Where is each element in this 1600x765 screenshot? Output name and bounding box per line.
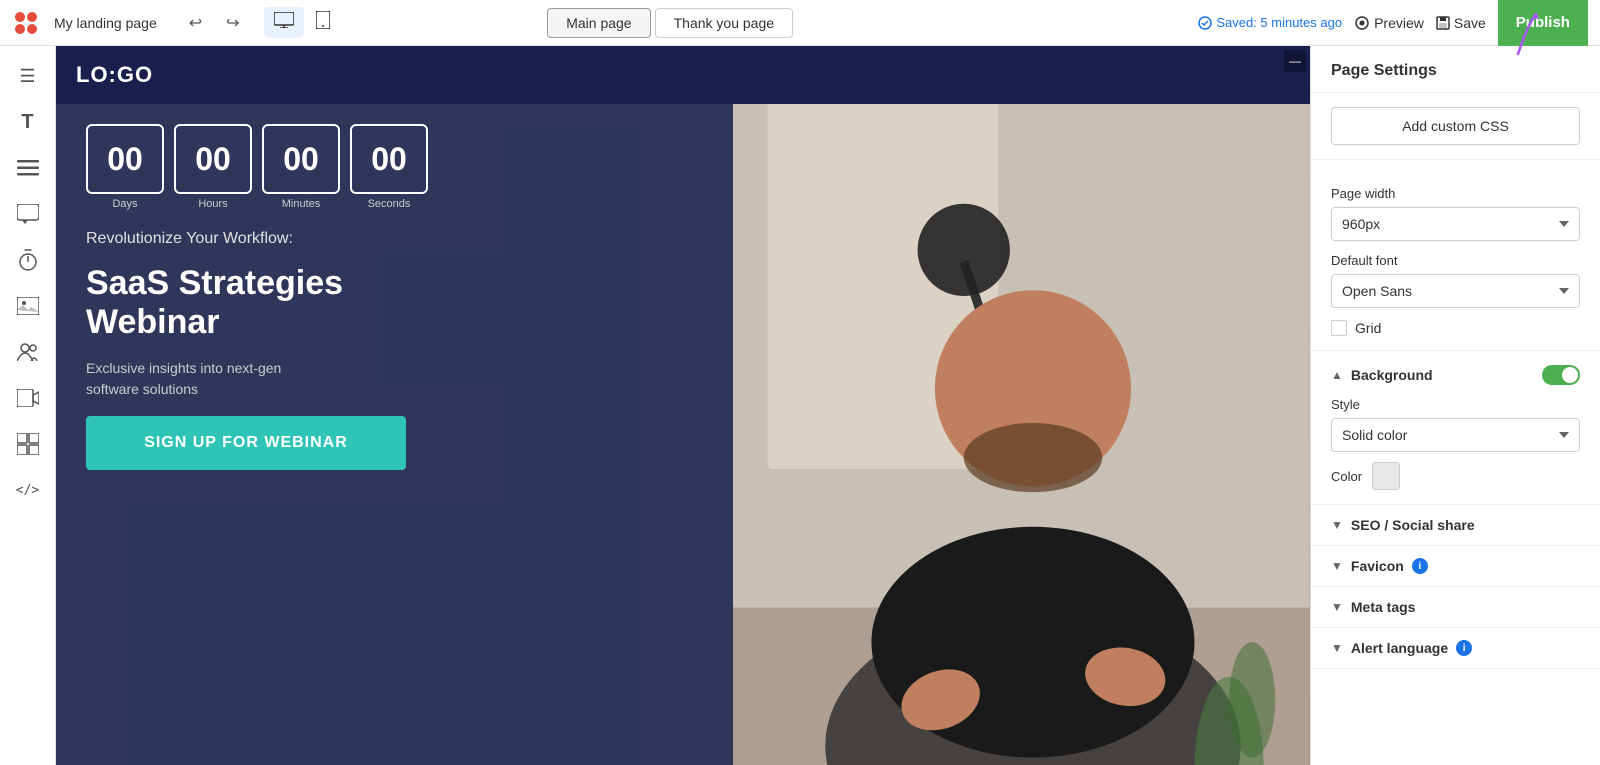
sidebar-chat-icon[interactable] bbox=[8, 194, 48, 234]
background-title: Background bbox=[1351, 367, 1433, 383]
grid-row: Grid bbox=[1331, 320, 1580, 336]
tablet-view-button[interactable] bbox=[306, 7, 340, 38]
canvas-content: LO:GO 00 Days 00 Hours bbox=[56, 46, 1310, 765]
grid-checkbox[interactable] bbox=[1331, 320, 1347, 336]
countdown-hours-value: 00 bbox=[174, 124, 252, 194]
alert-language-info-icon[interactable]: i bbox=[1456, 640, 1472, 656]
canvas-area: LO:GO 00 Days 00 Hours bbox=[56, 46, 1310, 765]
countdown-seconds-value: 00 bbox=[350, 124, 428, 194]
background-toggle[interactable] bbox=[1542, 365, 1580, 385]
main-area: ☰ T </> LO:GO bbox=[0, 46, 1600, 765]
background-chevron-icon: ▲ bbox=[1331, 368, 1343, 382]
favicon-title: Favicon bbox=[1351, 558, 1404, 574]
countdown-minutes-label: Minutes bbox=[282, 198, 321, 210]
main-page-tab[interactable]: Main page bbox=[547, 8, 650, 38]
page-width-label: Page width bbox=[1331, 186, 1580, 201]
alert-language-chevron-icon: ▼ bbox=[1331, 641, 1343, 655]
topbar: My landing page ↩ ↪ Main page Thank you … bbox=[0, 0, 1600, 46]
sidebar-menu-icon[interactable]: ☰ bbox=[8, 56, 48, 96]
meta-tags-chevron-icon: ▼ bbox=[1331, 600, 1343, 614]
background-style-field: Style Solid color bbox=[1331, 397, 1580, 452]
sidebar-people-icon[interactable] bbox=[8, 332, 48, 372]
lp-description: Exclusive insights into next-gensoftware… bbox=[86, 358, 703, 400]
countdown-timer: 00 Days 00 Hours 00 Minutes 00 bbox=[86, 124, 703, 210]
countdown-days: 00 Days bbox=[86, 124, 164, 210]
default-font-select[interactable]: Open Sans bbox=[1331, 274, 1580, 308]
background-section: ▲ Background Style Solid color Color bbox=[1311, 351, 1600, 505]
grid-label: Grid bbox=[1355, 320, 1381, 336]
favicon-info-icon[interactable]: i bbox=[1412, 558, 1428, 574]
lp-header: LO:GO bbox=[56, 46, 1310, 104]
add-custom-css-button[interactable]: Add custom CSS bbox=[1331, 107, 1580, 145]
alert-language-section[interactable]: ▼ Alert language i bbox=[1311, 628, 1600, 669]
sidebar-text-icon[interactable]: T bbox=[8, 102, 48, 142]
countdown-hours: 00 Hours bbox=[174, 124, 252, 210]
lp-cta-button[interactable]: SIGN UP FOR WEBINAR bbox=[86, 416, 406, 470]
countdown-seconds-label: Seconds bbox=[368, 198, 411, 210]
page-width-field: Page width 960px bbox=[1331, 186, 1580, 241]
default-font-field: Default font Open Sans bbox=[1331, 253, 1580, 308]
desktop-view-button[interactable] bbox=[264, 7, 304, 38]
background-image bbox=[733, 104, 1310, 765]
meta-tags-title: Meta tags bbox=[1351, 599, 1416, 615]
countdown-minutes-value: 00 bbox=[262, 124, 340, 194]
countdown-days-value: 00 bbox=[86, 124, 164, 194]
right-panel-title: Page Settings bbox=[1311, 46, 1600, 93]
page-tabs: Main page Thank you page bbox=[547, 8, 793, 38]
favicon-section[interactable]: ▼ Favicon i bbox=[1311, 546, 1600, 587]
background-color-row: Color bbox=[1331, 462, 1580, 490]
seo-chevron-icon: ▼ bbox=[1331, 518, 1343, 532]
saved-status[interactable]: Saved: 5 minutes ago bbox=[1198, 15, 1342, 30]
lp-headline: SaaS StrategiesWebinar bbox=[86, 264, 703, 342]
sidebar-image-icon[interactable] bbox=[8, 286, 48, 326]
countdown-hours-label: Hours bbox=[198, 198, 227, 210]
thank-you-page-tab[interactable]: Thank you page bbox=[655, 8, 793, 38]
page-settings-section: Page width 960px Default font Open Sans … bbox=[1311, 160, 1600, 351]
save-button[interactable]: Save bbox=[1436, 15, 1486, 31]
page-width-select[interactable]: 960px bbox=[1331, 207, 1580, 241]
page-name: My landing page bbox=[54, 15, 157, 31]
countdown-minutes: 00 Minutes bbox=[262, 124, 340, 210]
sidebar-video-icon[interactable] bbox=[8, 378, 48, 418]
topbar-right: Saved: 5 minutes ago Preview Save Publis… bbox=[1198, 0, 1588, 46]
right-panel: Page Settings Add custom CSS Page width … bbox=[1310, 46, 1600, 765]
preview-button[interactable]: Preview bbox=[1354, 15, 1424, 31]
sidebar-code-icon[interactable]: </> bbox=[8, 470, 48, 510]
seo-section[interactable]: ▼ SEO / Social share bbox=[1311, 505, 1600, 546]
lp-logo: LO:GO bbox=[76, 62, 153, 88]
add-css-section: Add custom CSS bbox=[1311, 93, 1600, 160]
favicon-chevron-icon: ▼ bbox=[1331, 559, 1343, 573]
seo-title: SEO / Social share bbox=[1351, 517, 1475, 533]
countdown-days-label: Days bbox=[112, 198, 137, 210]
alert-language-title: Alert language bbox=[1351, 640, 1448, 656]
sidebar-layout-icon[interactable] bbox=[8, 424, 48, 464]
undo-button[interactable]: ↩ bbox=[183, 9, 208, 37]
background-style-label: Style bbox=[1331, 397, 1580, 412]
sidebar-timer-icon[interactable] bbox=[8, 240, 48, 280]
canvas-minimize-button[interactable]: — bbox=[1284, 50, 1306, 72]
app-logo bbox=[12, 9, 40, 37]
undo-redo-group: ↩ ↪ bbox=[175, 9, 246, 37]
background-section-header[interactable]: ▲ Background bbox=[1331, 365, 1580, 385]
lp-body: 00 Days 00 Hours 00 Minutes 00 bbox=[56, 104, 1310, 765]
publish-button[interactable]: Publish bbox=[1498, 0, 1588, 46]
redo-button[interactable]: ↪ bbox=[220, 9, 245, 37]
countdown-seconds: 00 Seconds bbox=[350, 124, 428, 210]
lp-subheadline: Revolutionize Your Workflow: bbox=[86, 230, 703, 248]
left-sidebar: ☰ T </> bbox=[0, 46, 56, 765]
background-style-select[interactable]: Solid color bbox=[1331, 418, 1580, 452]
background-color-swatch[interactable] bbox=[1372, 462, 1400, 490]
default-font-label: Default font bbox=[1331, 253, 1580, 268]
background-header-left: ▲ Background bbox=[1331, 367, 1433, 383]
sidebar-lines-icon[interactable] bbox=[8, 148, 48, 188]
lp-image-right bbox=[733, 104, 1310, 765]
background-color-label: Color bbox=[1331, 469, 1362, 484]
lp-content-left: 00 Days 00 Hours 00 Minutes 00 bbox=[56, 104, 733, 765]
device-switcher bbox=[264, 7, 340, 38]
meta-tags-section[interactable]: ▼ Meta tags bbox=[1311, 587, 1600, 628]
